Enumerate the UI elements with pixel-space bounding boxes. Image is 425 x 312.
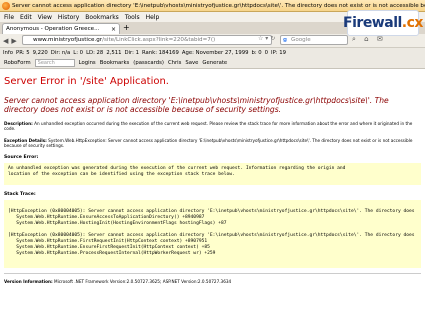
source-error-box: An unhandled exception was generated dur… <box>4 163 421 185</box>
search-placeholder: Google <box>291 37 311 43</box>
seo-toolbar: Info PR: 5 9,220 Dir: n/a L: 0 LD: 28 2,… <box>0 47 425 58</box>
exception-text: System.Web.HttpException: Server cannot … <box>4 138 413 148</box>
firewall-cx-logo: Firewall .cx <box>343 10 423 36</box>
stack-trace-label: Stack Trace: <box>4 192 36 197</box>
roboform-button[interactable]: RoboForm <box>4 60 31 66</box>
menu-view[interactable]: View <box>38 14 52 21</box>
seo-item[interactable]: Dir: 1 <box>124 50 138 56</box>
menu-help[interactable]: Help <box>146 14 160 21</box>
seo-item[interactable]: b: 0 <box>251 50 261 56</box>
bookmarks-toolbar: RoboForm Search Logins Bookmarks (passca… <box>0 58 425 69</box>
menu-history[interactable]: History <box>58 14 79 21</box>
tab-label: Anonymous - Operation Greece... <box>6 26 100 32</box>
firefox-icon <box>2 1 10 10</box>
forward-icon[interactable]: ▶ <box>11 37 16 45</box>
browser-tab[interactable]: Anonymous - Operation Greece... × <box>2 23 120 34</box>
seo-item[interactable]: PR: 5 <box>16 50 30 56</box>
source-error-label: Source Error: <box>4 155 39 160</box>
back-icon[interactable]: ◀ <box>3 37 8 45</box>
version-text: Microsoft .NET Framework Version:2.0.507… <box>53 279 232 284</box>
search-input[interactable]: g Google <box>280 35 348 45</box>
menu-tools[interactable]: Tools <box>125 14 140 21</box>
seo-item[interactable]: 0 <box>265 50 268 56</box>
url-host: www.ministryofjustice.gr <box>33 37 103 43</box>
url-bar[interactable]: www.ministryofjustice.gr/site/LinkClick.… <box>22 35 272 45</box>
menu-bookmarks[interactable]: Bookmarks <box>85 14 119 21</box>
bookmarks-button[interactable]: Bookmarks <box>100 60 130 66</box>
logo-text-suffix: .cx <box>401 15 424 31</box>
window-title: Server cannot access application directo… <box>12 2 425 9</box>
google-icon: g <box>283 37 288 43</box>
chris-button[interactable]: Chris <box>168 60 181 66</box>
error-subheading: Server cannot access application directo… <box>4 96 389 114</box>
url-path: /site/LinkClick.aspx?link=220&tabid=7() <box>102 37 216 43</box>
home-icon[interactable]: ⌕ ⌂ ✉ <box>352 35 386 44</box>
generate-button[interactable]: Generate <box>202 60 227 66</box>
version-information: Version Information: Microsoft .NET Fram… <box>4 279 421 284</box>
roboform-search-input[interactable]: Search <box>34 59 75 67</box>
seo-item[interactable]: L: 0 <box>73 50 83 56</box>
close-tab-icon[interactable]: × <box>111 26 116 33</box>
page-content: Server Error in '/site' Application. Ser… <box>0 69 425 312</box>
page-title: Server Error in '/site' Application. <box>4 76 169 87</box>
seo-item[interactable]: Age: November 27, 1999 <box>182 50 249 56</box>
description: Description: An unhandled exception occu… <box>4 121 419 131</box>
seo-item[interactable]: LD: 28 <box>86 50 103 56</box>
seo-item[interactable]: Rank: 184169 <box>142 50 179 56</box>
save-button[interactable]: Save <box>185 60 198 66</box>
seo-item[interactable]: IP: 19 <box>271 50 286 56</box>
seo-item[interactable]: Dir: n/a <box>51 50 71 56</box>
logins-button[interactable]: Logins <box>79 60 96 66</box>
divider <box>4 273 421 274</box>
new-tab-button[interactable]: + <box>123 23 130 33</box>
seo-item[interactable]: 9,220 <box>33 50 48 56</box>
passcards-button[interactable]: (passcards) <box>133 60 164 66</box>
menu-edit[interactable]: Edit <box>20 14 32 21</box>
stack-trace-box: [HttpException (0x80004005): Server cann… <box>4 200 421 268</box>
seo-item[interactable]: 2,511 <box>106 50 121 56</box>
exception-details: Exception Details: System.Web.HttpExcept… <box>4 138 419 148</box>
reload-icon[interactable]: ☆ ▾ ↻ <box>258 35 275 42</box>
logo-text-main: Firewall <box>343 15 402 31</box>
menu-file[interactable]: File <box>4 14 14 21</box>
seo-item[interactable]: Info <box>3 50 13 56</box>
version-label: Version Information: <box>4 279 53 284</box>
description-text: An unhandled exception occurred during t… <box>4 121 413 131</box>
